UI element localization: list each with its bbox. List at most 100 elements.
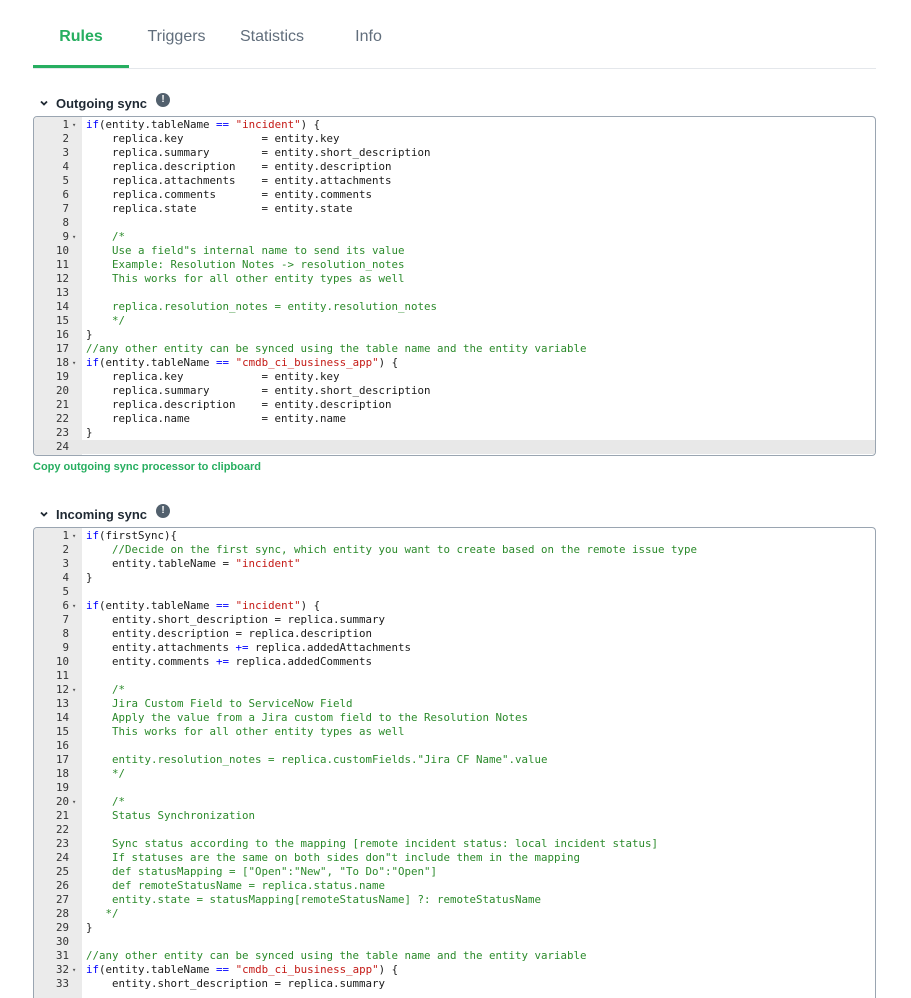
code-line[interactable]: 18 */	[34, 767, 875, 781]
code-line[interactable]: 24 If statuses are the same on both side…	[34, 851, 875, 865]
tab-statistics[interactable]: Statistics	[232, 28, 312, 67]
code-line[interactable]: 1 ▾ if(entity.tableName == "incident") {	[34, 118, 875, 132]
fold-arrow-icon[interactable]: ▾	[72, 599, 80, 613]
code-line[interactable]: 29}	[34, 921, 875, 935]
incoming-code-editor[interactable]: 1 ▾ if(firstSync){2 //Decide on the first …	[33, 527, 876, 998]
code-line[interactable]: 8	[34, 216, 875, 230]
code-line[interactable]: 2 //Decide on the first sync, which enti…	[34, 543, 875, 557]
code-line[interactable]: 19	[34, 781, 875, 795]
code-line[interactable]: 30	[34, 935, 875, 949]
code-line[interactable]: 12 ▾ /*	[34, 683, 875, 697]
code-line[interactable]: 18 ▾ if(entity.tableName == "cmdb_ci_busin…	[34, 356, 875, 370]
code-text: /*	[86, 683, 126, 696]
code-line[interactable]: 5	[34, 585, 875, 599]
code-line[interactable]: 21 replica.description = entity.descript…	[34, 398, 875, 412]
code-line[interactable]: 14 replica.resolution_notes = entity.res…	[34, 300, 875, 314]
code-line[interactable]: 3 entity.tableName = "incident"	[34, 557, 875, 571]
fold-arrow-icon[interactable]: ▾	[72, 683, 80, 697]
code-line[interactable]: 22	[34, 823, 875, 837]
code-line[interactable]: 4}	[34, 571, 875, 585]
outgoing-code-editor[interactable]: 1 ▾ if(entity.tableName == "incident") {2 …	[33, 116, 876, 456]
fold-arrow-icon[interactable]: ▾	[72, 118, 80, 132]
line-number: 1	[62, 529, 69, 542]
code-line[interactable]: 13 Jira Custom Field to ServiceNow Field	[34, 697, 875, 711]
code-text: //any other entity can be synced using t…	[86, 342, 587, 355]
code-line[interactable]: 21 Status Synchronization	[34, 809, 875, 823]
code-line[interactable]: 11	[34, 669, 875, 683]
line-number: 6	[62, 188, 69, 201]
code-line[interactable]: 16	[34, 739, 875, 753]
code-line[interactable]: 6 replica.comments = entity.comments	[34, 188, 875, 202]
code-line[interactable]: 3 replica.summary = entity.short_descrip…	[34, 146, 875, 160]
code-line[interactable]: 9 ▾ /*	[34, 230, 875, 244]
fold-arrow-icon[interactable]: ▾	[72, 230, 80, 244]
code-text: if(firstSync){	[86, 529, 178, 542]
code-line[interactable]: 7 entity.short_description = replica.sum…	[34, 613, 875, 627]
code-line[interactable]: 15 */	[34, 314, 875, 328]
fold-arrow-icon[interactable]: ▾	[72, 963, 80, 977]
code-lines[interactable]: 1 ▾ if(entity.tableName == "incident") {2 …	[34, 117, 875, 454]
code-line[interactable]: 32 ▾ if(entity.tableName == "cmdb_ci_busin…	[34, 963, 875, 977]
copy-outgoing-button[interactable]: Copy outgoing sync processor to clipboar…	[33, 461, 261, 473]
code-text: If statuses are the same on both sides d…	[86, 851, 581, 864]
line-number: 13	[55, 697, 69, 710]
code-text: This works for all other entity types as…	[86, 272, 405, 285]
code-line[interactable]: 8 entity.description = replica.descripti…	[34, 627, 875, 641]
code-line[interactable]: 17 entity.resolution_notes = replica.cus…	[34, 753, 875, 767]
line-number: 16	[55, 739, 69, 752]
code-line[interactable]: 11 Example: Resolution Notes -> resoluti…	[34, 258, 875, 272]
code-line[interactable]: 17 //any other entity can be synced using…	[34, 342, 875, 356]
code-line[interactable]: 10 Use a field"s internal name to send i…	[34, 244, 875, 258]
fold-arrow-icon[interactable]: ▾	[72, 356, 80, 370]
incoming-sync-header[interactable]: Incoming sync !	[38, 504, 171, 523]
code-line[interactable]: 7 replica.state = entity.state	[34, 202, 875, 216]
tab-rules[interactable]: Rules	[33, 28, 129, 68]
code-line[interactable]: 1 ▾ if(firstSync){	[34, 529, 875, 543]
code-line[interactable]: 25 def statusMapping = ["Open":"New", "T…	[34, 865, 875, 879]
code-line[interactable]: 23}	[34, 426, 875, 440]
code-line[interactable]: 4 replica.description = entity.descripti…	[34, 160, 875, 174]
line-number: 32	[55, 963, 69, 976]
line-number: 11	[55, 669, 69, 682]
line-number: 21	[55, 809, 69, 822]
code-line[interactable]: 13	[34, 286, 875, 300]
code-line[interactable]: 14 Apply the value from a Jira custom fi…	[34, 711, 875, 725]
code-text: */	[86, 767, 126, 780]
code-line[interactable]: 2 replica.key = entity.key	[34, 132, 875, 146]
info-icon[interactable]: !	[156, 93, 170, 107]
code-line[interactable]: 6 ▾ if(entity.tableName == "incident") {	[34, 599, 875, 613]
code-line[interactable]: 15 This works for all other entity types…	[34, 725, 875, 739]
fold-arrow-icon[interactable]: ▾	[72, 529, 80, 543]
chevron-down-icon[interactable]	[38, 97, 50, 109]
line-number: 22	[55, 823, 69, 836]
code-line[interactable]: 24	[34, 440, 875, 454]
code-text: replica.state = entity.state	[86, 202, 353, 215]
code-line[interactable]: 26 def remoteStatusName = replica.status…	[34, 879, 875, 893]
info-icon[interactable]: !	[156, 504, 171, 518]
code-lines[interactable]: 1 ▾ if(firstSync){2 //Decide on the first …	[34, 528, 875, 991]
code-line[interactable]: 10 entity.comments += replica.addedComme…	[34, 655, 875, 669]
tab-info[interactable]: Info	[346, 28, 391, 67]
code-line[interactable]: 16}	[34, 328, 875, 342]
code-line[interactable]: 5 replica.attachments = entity.attachmen…	[34, 174, 875, 188]
code-text: replica.resolution_notes = entity.resolu…	[86, 300, 438, 313]
chevron-down-icon[interactable]	[38, 508, 50, 520]
code-line[interactable]: 9 entity.attachments += replica.addedAtt…	[34, 641, 875, 655]
line-number: 20	[55, 384, 69, 397]
fold-arrow-icon[interactable]: ▾	[72, 795, 80, 809]
tab-triggers[interactable]: Triggers	[138, 28, 215, 67]
code-line[interactable]: 33 entity.short_description = replica.su…	[34, 977, 875, 991]
code-line[interactable]: 22 replica.name = entity.name	[34, 412, 875, 426]
code-text: Jira Custom Field to ServiceNow Field	[86, 697, 353, 710]
code-line[interactable]: 31 //any other entity can be synced using…	[34, 949, 875, 963]
code-line[interactable]: 23 Sync status according to the mapping …	[34, 837, 875, 851]
code-line[interactable]: 20 replica.summary = entity.short_descri…	[34, 384, 875, 398]
code-line[interactable]: 19 replica.key = entity.key	[34, 370, 875, 384]
code-line[interactable]: 20 ▾ /*	[34, 795, 875, 809]
tab-rules-label: Rules	[59, 28, 103, 45]
code-line[interactable]: 28 */	[34, 907, 875, 921]
code-line[interactable]: 12 This works for all other entity types…	[34, 272, 875, 286]
code-line[interactable]: 27 entity.state = statusMapping[remoteSt…	[34, 893, 875, 907]
outgoing-sync-header[interactable]: Outgoing sync !	[38, 93, 170, 112]
code-text: entity.description = replica.description	[86, 627, 373, 640]
